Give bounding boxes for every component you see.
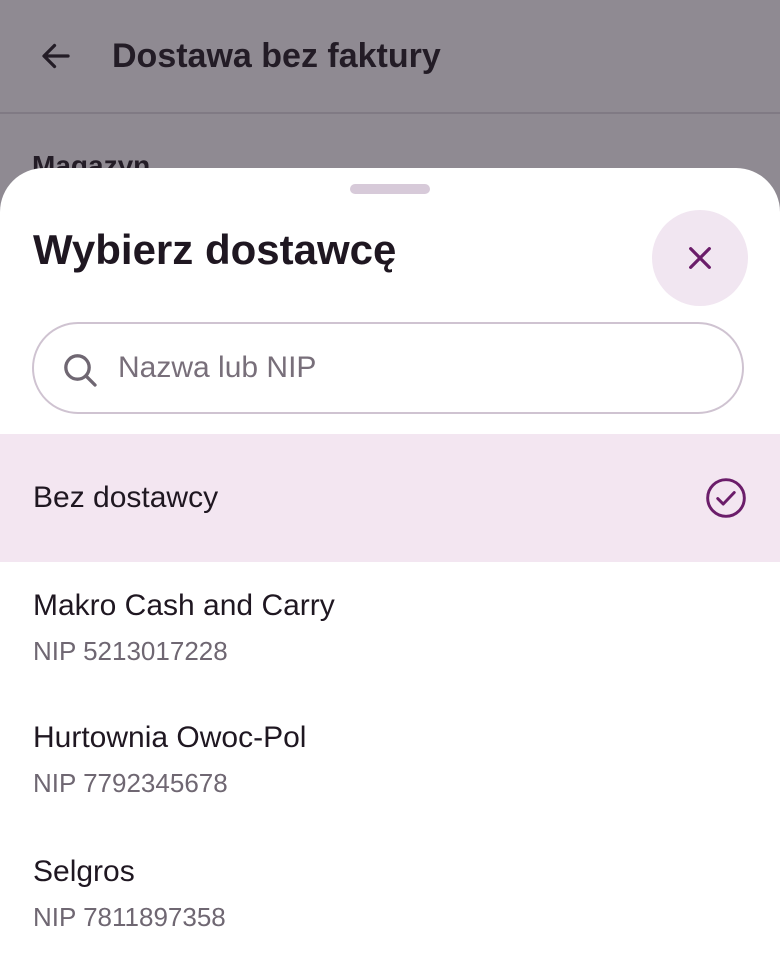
supplier-nip: NIP 5213017228: [33, 636, 228, 666]
supplier-item[interactable]: Hurtownia Owoc-Pol NIP 7792345678: [0, 702, 780, 830]
supplier-nip: NIP 7792345678: [33, 768, 228, 798]
sheet-drag-handle[interactable]: [350, 184, 430, 194]
app-bar: Dostawa bez faktury: [0, 0, 780, 114]
sheet-title: Wybierz dostawcę: [33, 226, 397, 273]
back-button[interactable]: [36, 36, 76, 76]
search-field[interactable]: [32, 322, 744, 414]
supplier-name: Selgros: [33, 855, 135, 888]
search-icon: [64, 354, 97, 387]
option-no-supplier[interactable]: Bez dostawcy: [0, 434, 780, 562]
supplier-item[interactable]: Selgros NIP 7811897358: [0, 836, 780, 964]
arrow-left-icon: [42, 43, 70, 69]
supplier-item[interactable]: Makro Cash and Carry NIP 5213017228: [0, 570, 780, 698]
page-title: Dostawa bez faktury: [112, 37, 441, 75]
option-label: Bez dostawcy: [33, 481, 219, 514]
close-icon: [689, 247, 711, 269]
search-input[interactable]: [118, 334, 718, 402]
supplier-name: Makro Cash and Carry: [33, 589, 335, 622]
supplier-picker-sheet: Wybierz dostawcę Bez dostawcy Makro Cash…: [0, 168, 780, 968]
check-circle-icon: [706, 478, 746, 518]
supplier-nip: NIP 7811897358: [33, 902, 226, 932]
supplier-name: Hurtownia Owoc-Pol: [33, 721, 307, 754]
close-button[interactable]: [652, 210, 748, 306]
